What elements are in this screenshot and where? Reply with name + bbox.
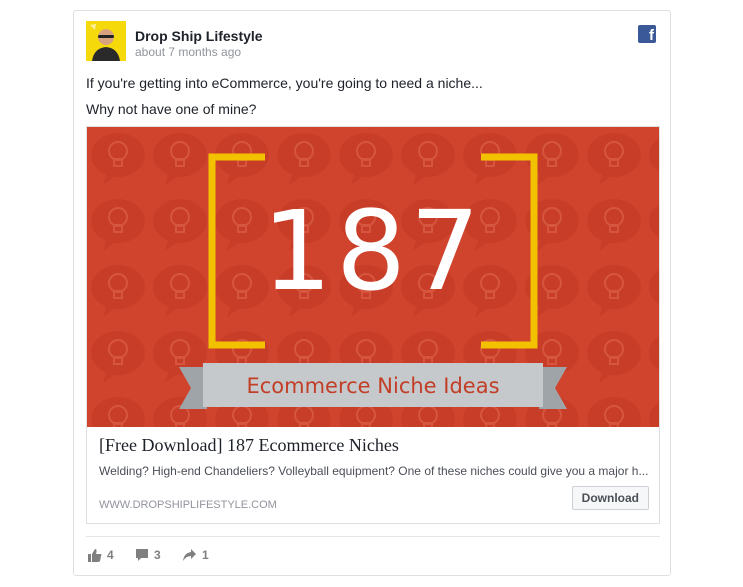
link-description: Welding? High-end Chandeliers? Volleybal…	[99, 464, 649, 478]
thumbs-up-icon	[88, 549, 102, 562]
shares-count-label: 1	[202, 548, 209, 562]
avatar[interactable]	[86, 21, 126, 61]
comments-count-label: 3	[154, 548, 161, 562]
facebook-icon[interactable]: f	[638, 25, 656, 44]
post-text-line-2: Why not have one of mine?	[86, 101, 257, 117]
post-timestamp[interactable]: about 7 months ago	[135, 45, 241, 59]
share-icon	[183, 549, 196, 561]
facebook-post-card: Drop Ship Lifestyle about 7 months ago f…	[73, 10, 671, 576]
divider	[86, 536, 660, 537]
link-preview-image[interactable]: 187 Ecommerce Niche Ideas	[87, 127, 659, 427]
link-domain: WWW.DROPSHIPLIFESTYLE.COM	[99, 499, 277, 511]
comments-count[interactable]: 3	[135, 548, 161, 562]
download-button[interactable]: Download	[571, 486, 649, 510]
likes-count[interactable]: 4	[88, 548, 114, 562]
ribbon-text: Ecommerce Niche Ideas	[246, 374, 500, 398]
likes-count-label: 4	[107, 548, 114, 562]
link-preview-card[interactable]: 187 Ecommerce Niche Ideas [Free Download…	[86, 126, 660, 524]
post-text-line-1: If you're getting into eCommerce, you're…	[86, 75, 483, 91]
link-title[interactable]: [Free Download] 187 Ecommerce Niches	[99, 435, 399, 456]
hero-number: 187	[262, 187, 484, 315]
comment-icon	[136, 549, 148, 561]
page-name[interactable]: Drop Ship Lifestyle	[135, 28, 263, 44]
shares-count[interactable]: 1	[182, 548, 209, 562]
